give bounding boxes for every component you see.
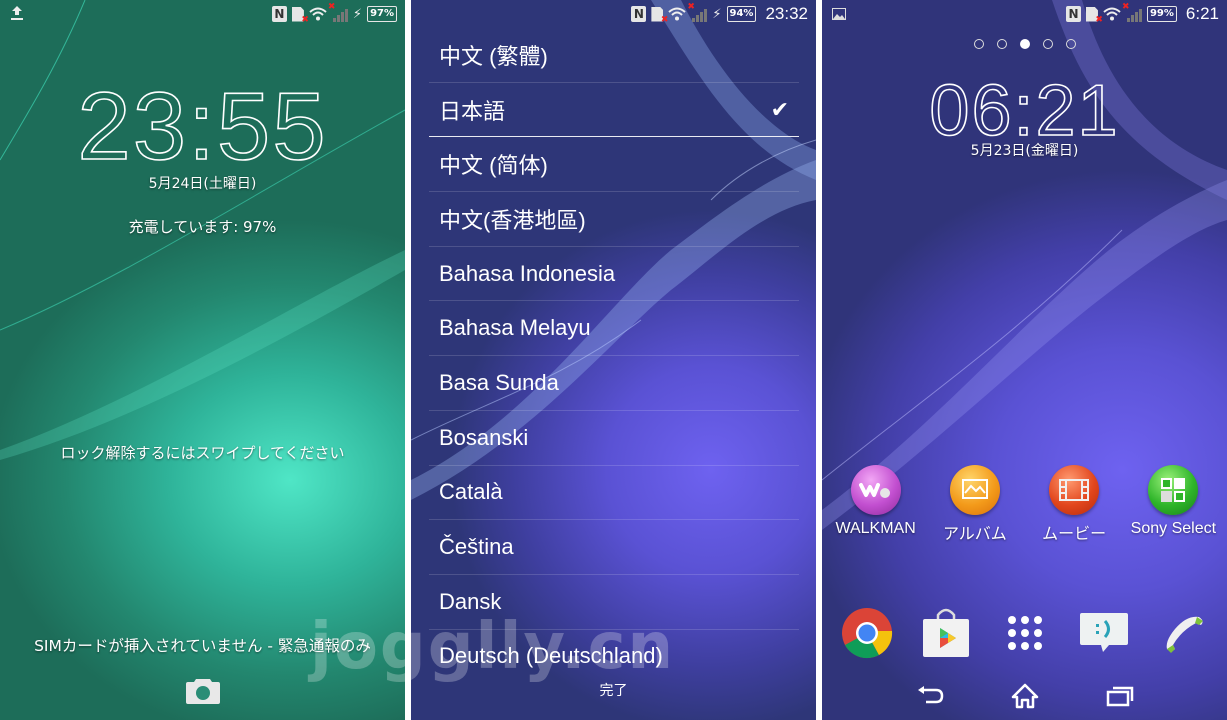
app-drawer-icon[interactable] — [998, 606, 1052, 660]
language-label: 中文 (繁體) — [439, 43, 548, 69]
charging-status: 充電しています: 97% — [128, 218, 277, 236]
language-item[interactable]: Basa Sunda — [429, 356, 799, 411]
home-date: 5月23日(金曜日) — [970, 143, 1079, 159]
album-icon — [949, 465, 1000, 515]
camera-icon[interactable] — [186, 677, 220, 704]
dock — [822, 606, 1227, 660]
page-dot[interactable] — [973, 39, 984, 49]
language-item[interactable]: Čeština — [429, 520, 799, 575]
app-movie[interactable]: ムービー — [1025, 465, 1124, 544]
movie-icon — [1049, 465, 1100, 515]
battery-indicator: 97% — [367, 6, 397, 22]
battery-indicator: 99% — [1146, 6, 1177, 22]
language-label: 日本語 — [439, 98, 506, 124]
phone-icon[interactable] — [1156, 606, 1210, 660]
home-icon[interactable] — [1005, 681, 1045, 711]
nfc-icon: N — [1065, 6, 1081, 22]
language-label: Bosanski — [439, 424, 529, 450]
page-dot[interactable] — [996, 39, 1007, 49]
language-label: Bahasa Melayu — [439, 315, 591, 341]
language-item[interactable]: Bahasa Melayu — [429, 301, 799, 357]
page-indicator[interactable] — [822, 39, 1227, 49]
nfc-icon: N — [271, 6, 287, 22]
language-label: Čeština — [439, 534, 514, 560]
page-dot[interactable] — [1019, 39, 1030, 49]
language-item[interactable]: 中文 (简体) — [429, 137, 799, 193]
no-sim-icon: ✖ — [1085, 6, 1103, 25]
language-label: Català — [439, 479, 503, 505]
page-dot[interactable] — [1042, 39, 1053, 49]
homescreen-panel: N ✖ ✖ 99% 6:21 06:21 5月23日(金曜日) WALKMAN … — [822, 0, 1227, 720]
lock-date: 5月24日(土曜日) — [148, 176, 257, 192]
language-item[interactable]: Català — [429, 466, 799, 521]
lockscreen-panel: N ✖ ✖ ⚡ 97% 23:55 5月24日(土曜日) 充電しています: 97… — [0, 0, 405, 720]
page-dot[interactable] — [1065, 39, 1076, 49]
messaging-icon[interactable] — [1077, 606, 1131, 660]
language-list[interactable]: 中文 (繁體) 日本語 ✔ 中文 (简体) 中文(香港地區) Bahasa Indones… — [429, 28, 799, 668]
language-label: Deutsch (Deutschland) — [439, 643, 663, 668]
done-button[interactable]: 完了 — [411, 680, 816, 700]
language-item[interactable]: 中文 (繁體) — [429, 28, 799, 83]
wifi-icon — [1103, 7, 1121, 21]
language-label: Dansk — [439, 588, 502, 614]
status-bar: N ✖ ✖ 99% 6:21 — [822, 0, 1227, 28]
navigation-bar — [822, 678, 1227, 714]
app-label: ムービー — [1042, 526, 1107, 543]
chrome-icon[interactable] — [840, 606, 894, 660]
app-row: WALKMAN アルバム ムービー Sony Select — [822, 465, 1227, 544]
no-signal-icon: ✖ — [328, 2, 348, 22]
charging-bolt-icon: ⚡ — [352, 6, 363, 22]
language-label: Basa Sunda — [439, 369, 559, 395]
language-item[interactable]: 中文(香港地區) — [429, 192, 799, 247]
language-item[interactable]: Bahasa Indonesia — [429, 247, 799, 302]
language-item[interactable]: Bosanski — [429, 411, 799, 466]
language-item[interactable]: Deutsch (Deutschland) — [429, 630, 799, 668]
language-item[interactable]: Dansk — [429, 575, 799, 630]
walkman-icon — [850, 465, 901, 515]
upload-icon — [10, 5, 24, 25]
no-signal-icon: ✖ — [1122, 2, 1142, 22]
back-icon[interactable] — [910, 681, 950, 711]
app-walkman[interactable]: WALKMAN — [826, 465, 925, 544]
app-label: WALKMAN — [835, 520, 916, 537]
sony-select-icon — [1148, 465, 1199, 515]
language-picker-panel: N ✖ ✖ ⚡ 94% 23:32 中文 (繁體) 日本語 ✔ 中文 (简体) 中文(香… — [411, 0, 816, 720]
language-item[interactable]: 日本語 ✔ — [429, 83, 799, 138]
picture-icon — [832, 5, 846, 24]
sim-status: SIMカードが挿入されていません - 緊急通報のみ — [34, 637, 371, 655]
unlock-hint[interactable]: ロック解除するにはスワイプしてください — [0, 442, 405, 463]
app-sony-select[interactable]: Sony Select — [1124, 465, 1223, 544]
status-time: 6:21 — [1185, 4, 1219, 23]
wifi-icon — [309, 7, 327, 21]
no-sim-icon: ✖ — [291, 6, 309, 25]
app-label: Sony Select — [1130, 520, 1217, 537]
recents-icon[interactable] — [1100, 681, 1140, 711]
lock-clock: 23:55 — [77, 72, 328, 181]
language-label: 中文 (简体) — [439, 153, 548, 179]
checkmark-icon: ✔ — [770, 96, 789, 122]
app-label: アルバム — [942, 526, 1007, 543]
app-album[interactable]: アルバム — [925, 465, 1024, 544]
play-store-icon[interactable] — [919, 606, 973, 660]
language-label: Bahasa Indonesia — [439, 260, 616, 286]
status-bar: N ✖ ✖ ⚡ 97% — [0, 0, 405, 28]
language-label: 中文(香港地區) — [439, 207, 586, 233]
